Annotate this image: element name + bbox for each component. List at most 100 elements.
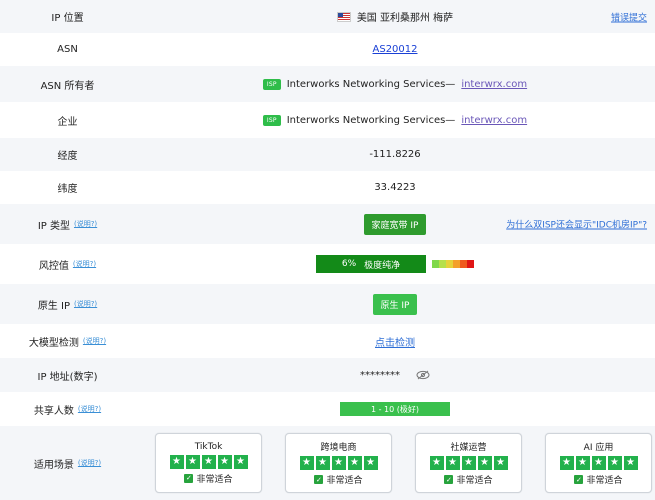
fit-status: ✓ 非常适合 [184,472,233,485]
latitude-value: 33.4223 [374,182,416,193]
star-icon: ★ [559,456,574,470]
star-icon: ★ [201,454,216,469]
star-icon: ★ [185,454,200,469]
scenario-card-tiktok: TikTok ★ ★ ★ ★ ★ ✓ 非常适合 [155,433,262,493]
label-ip-location: IP 位置 [0,9,135,24]
isp-badge: ISP [262,78,281,90]
label-text: 风控值 [38,260,69,272]
label-asn-owner: ASN 所有者 [0,77,135,92]
asn-link[interactable]: AS20012 [373,44,418,55]
report-error-link[interactable]: 错误提交 [611,10,647,23]
help-link[interactable]: (说明?) [83,336,106,346]
row-shared-users: 共享人数 (说明?) 1 - 10 (极好) [0,392,655,426]
label-text: IP 类型 [37,220,70,232]
value-asn-owner: ISP Interworks Networking Services— inte… [135,78,655,90]
value-native-ip: 原生 IP [135,293,655,315]
rating-stars: ★ ★ ★ ★ ★ [429,456,508,470]
us-flag-icon [336,11,351,22]
risk-scale-segment [432,260,439,268]
row-llm-check: 大模型检测 (说明?) 点击检测 [0,324,655,358]
scenario-card-social: 社媒运营 ★ ★ ★ ★ ★ ✓ 非常适合 [415,433,522,493]
star-icon: ★ [461,456,476,470]
why-idc-link[interactable]: 为什么双ISP还会显示"IDC机房IP"? [506,218,647,231]
label-latitude: 纬度 [0,180,135,195]
star-icon: ★ [493,456,508,470]
star-icon: ★ [299,456,314,470]
star-icon: ★ [331,456,346,470]
label-llm-check: 大模型检测 (说明?) [0,334,135,349]
label-risk: 风控值 (说明?) [0,257,135,272]
value-enterprise: ISP Interworks Networking Services— inte… [135,114,655,126]
value-llm-check: 点击检测 [135,334,655,349]
ip-info-table: IP 位置 美国 亚利桑那州 梅萨 错误提交 ASN AS20012 ASN 所… [0,0,655,500]
label-enterprise: 企业 [0,113,135,128]
risk-scale-segment [439,260,446,268]
label-shared-users: 共享人数 (说明?) [0,402,135,417]
value-asn: AS20012 [135,44,655,55]
label-text: 企业 [57,116,78,128]
rating-stars: ★ ★ ★ ★ ★ [299,456,378,470]
row-longitude: 经度 -111.8226 [0,138,655,171]
star-icon: ★ [169,454,184,469]
star-icon: ★ [623,456,638,470]
label-text: ASN [57,44,78,55]
label-scenarios: 适用场景 (说明?) [0,456,135,471]
help-link[interactable]: (说明?) [78,458,101,468]
row-enterprise: 企业 ISP Interworks Networking Services— i… [0,102,655,138]
scenario-title: TikTok [194,441,223,452]
scenario-card-ecommerce: 跨境电商 ★ ★ ★ ★ ★ ✓ 非常适合 [285,433,392,493]
fit-status: ✓ 非常适合 [574,473,623,486]
star-icon: ★ [363,456,378,470]
label-text: 纬度 [57,184,78,195]
risk-percent: 6% [341,259,357,269]
label-text: 经度 [57,151,78,162]
domain-link[interactable]: interwrx.com [461,115,527,126]
fit-text: 非常适合 [456,476,493,486]
check-icon: ✓ [314,475,324,484]
star-icon: ★ [477,456,492,470]
help-link[interactable]: (说明?) [74,299,97,309]
fit-text: 非常适合 [326,476,363,486]
row-latitude: 纬度 33.4223 [0,171,655,204]
value-longitude: -111.8226 [135,149,655,160]
star-icon: ★ [607,456,622,470]
help-link[interactable]: (说明?) [74,219,97,229]
risk-text: 极度纯净 [364,260,401,271]
value-scenarios: TikTok ★ ★ ★ ★ ★ ✓ 非常适合 跨境电商 ★ ★ ★ ★ ★ ✓… [135,433,655,493]
native-ip-badge: 原生 IP [372,293,418,315]
company-name: Interworks Networking Services— [286,114,456,126]
label-text: 适用场景 [33,459,74,471]
scenario-title: AI 应用 [583,443,614,453]
rating-stars: ★ ★ ★ ★ ★ [559,456,638,470]
domain-link[interactable]: interwrx.com [461,79,527,90]
help-link[interactable]: (说明?) [78,404,101,414]
label-asn: ASN [0,44,135,55]
row-scenarios: 适用场景 (说明?) TikTok ★ ★ ★ ★ ★ ✓ 非常适合 跨境电商 … [0,426,655,500]
risk-scale [432,260,474,268]
eye-off-icon[interactable] [416,370,430,380]
row-ip-location: IP 位置 美国 亚利桑那州 梅萨 错误提交 [0,0,655,33]
row-ip-type: IP 类型 (说明?) 家庭宽带 IP 为什么双ISP还会显示"IDC机房IP"… [0,204,655,244]
risk-scale-segment [467,260,474,268]
scenario-cards: TikTok ★ ★ ★ ★ ★ ✓ 非常适合 跨境电商 ★ ★ ★ ★ ★ ✓… [155,433,652,493]
row-ip-numeric: IP 地址(数字) ******** [0,358,655,392]
isp-badge: ISP [262,114,281,126]
star-icon: ★ [315,456,330,470]
scenario-title: 跨境电商 [320,443,357,453]
check-icon: ✓ [184,473,194,483]
star-icon: ★ [347,456,362,470]
label-ip-numeric: IP 地址(数字) [0,368,135,383]
check-icon: ✓ [444,475,454,484]
label-text: 原生 IP [37,300,70,312]
row-asn: ASN AS20012 [0,33,655,66]
value-shared-users: 1 - 10 (极好) [135,402,655,416]
risk-scale-segment [453,260,460,268]
label-text: IP 地址(数字) [37,371,98,383]
ip-numeric-masked: ******** [360,369,400,381]
label-ip-type: IP 类型 (说明?) [0,217,135,232]
row-asn-owner: ASN 所有者 ISP Interworks Networking Servic… [0,66,655,102]
click-check-link[interactable]: 点击检测 [375,334,415,349]
label-text: 共享人数 [33,405,74,417]
help-link[interactable]: (说明?) [73,259,96,269]
location-text: 美国 亚利桑那州 梅萨 [356,13,454,24]
